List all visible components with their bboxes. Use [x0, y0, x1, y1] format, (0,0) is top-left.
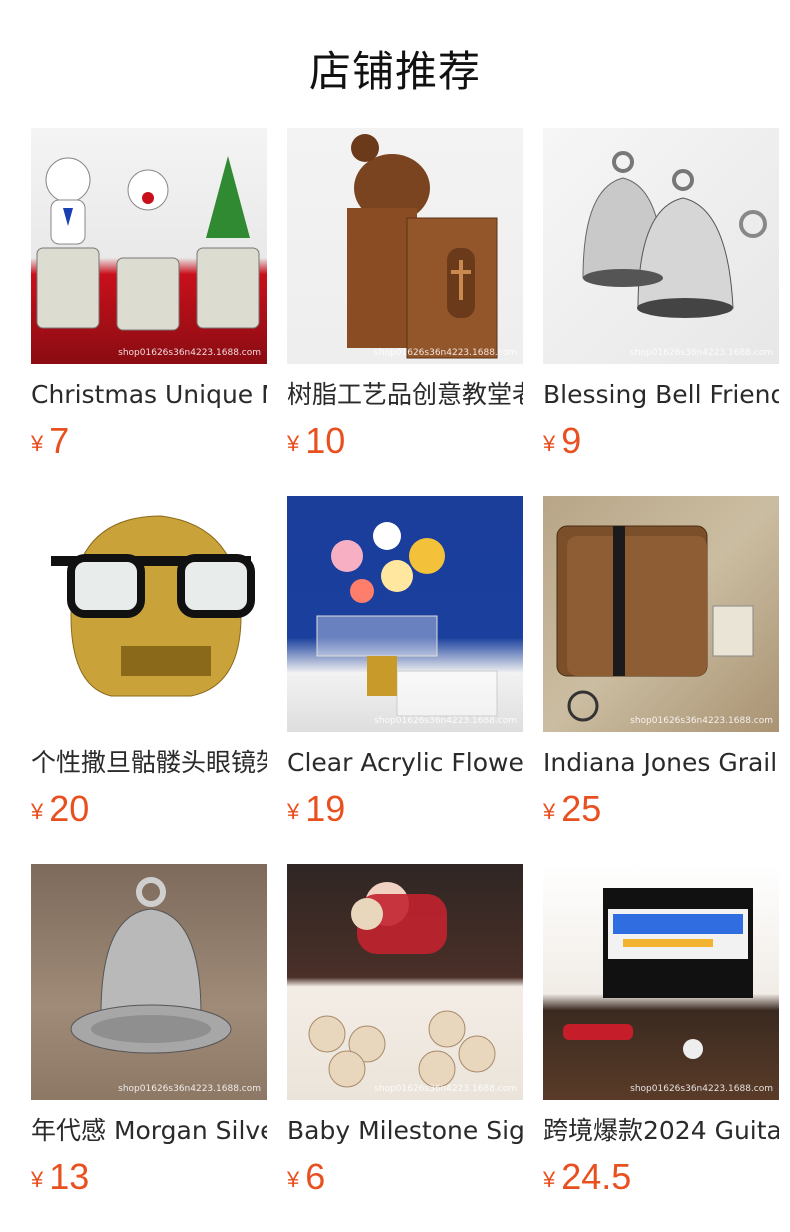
silver-dollar-bell-image	[70, 877, 232, 1054]
product-card[interactable]: shop01626s36n4223.1688.com 年代感 Morgan Si…	[31, 864, 267, 1232]
product-price: ¥9	[543, 420, 779, 462]
guitar-chords-calendar-image	[563, 888, 753, 1059]
product-price: ¥20	[31, 788, 267, 830]
price-amount: 7	[49, 420, 70, 461]
product-price: ¥6	[287, 1156, 523, 1198]
product-image[interactable]: shop01626s36n4223.1688.com	[543, 864, 779, 1100]
page-title: 店铺推荐	[308, 47, 481, 96]
currency-symbol: ¥	[287, 431, 300, 456]
product-card[interactable]: shop01626s36n4223.1688.com 个性撒旦骷髅头眼镜架摆件 …	[31, 496, 267, 864]
product-price: ¥13	[31, 1156, 267, 1198]
grail-diary-journal-image	[556, 525, 754, 722]
currency-symbol: ¥	[543, 1167, 556, 1192]
baby-milestone-cards-image	[308, 882, 496, 1088]
image-watermark: shop01626s36n4223.1688.com	[374, 1084, 517, 1094]
product-name[interactable]: Indiana Jones Grail Diary	[543, 748, 779, 778]
section-header: 店铺推荐	[0, 38, 790, 99]
product-image[interactable]: shop01626s36n4223.1688.com	[543, 496, 779, 732]
image-watermark: shop01626s36n4223.1688.com	[374, 716, 517, 726]
product-card[interactable]: shop01626s36n4223.1688.com Clear Acrylic…	[287, 496, 523, 864]
image-watermark: shop01626s36n4223.1688.com	[118, 348, 261, 358]
product-name[interactable]: 跨境爆款2024 Guitar Chords Calendar	[543, 1116, 779, 1146]
product-card[interactable]: shop01626s36n4223.1688.com Blessing Bell…	[543, 128, 779, 496]
money-cake-ornament-image	[36, 156, 260, 331]
price-amount: 9	[561, 420, 582, 461]
product-image[interactable]: shop01626s36n4223.1688.com	[31, 864, 267, 1100]
product-card[interactable]: shop01626s36n4223.1688.com Baby Mileston…	[287, 864, 523, 1232]
product-price: ¥7	[31, 420, 267, 462]
product-name[interactable]: 年代感 Morgan Silver Dollar Bell	[31, 1116, 267, 1146]
church-mouse-figurine-image	[347, 134, 498, 359]
product-name[interactable]: Blessing Bell Friends Are Angels	[543, 380, 779, 410]
image-watermark: shop01626s36n4223.1688.com	[630, 348, 773, 358]
currency-symbol: ¥	[287, 799, 300, 824]
product-card[interactable]: shop01626s36n4223.1688.com 树脂工艺品创意教堂老鼠摆件…	[287, 128, 523, 496]
product-image[interactable]: shop01626s36n4223.1688.com	[31, 128, 267, 364]
currency-symbol: ¥	[31, 1167, 44, 1192]
price-amount: 24.5	[561, 1156, 632, 1197]
currency-symbol: ¥	[31, 431, 44, 456]
price-amount: 19	[305, 788, 346, 829]
product-grid: shop01626s36n4223.1688.com Christmas Uni…	[31, 128, 779, 1232]
currency-symbol: ¥	[287, 1167, 300, 1192]
image-watermark: shop01626s36n4223.1688.com	[630, 716, 773, 726]
product-card[interactable]: shop01626s36n4223.1688.com 跨境爆款2024 Guit…	[543, 864, 779, 1232]
acrylic-flower-vase-image	[316, 522, 498, 717]
product-name[interactable]: 个性撒旦骷髅头眼镜架摆件	[31, 748, 267, 778]
image-watermark: shop01626s36n4223.1688.com	[118, 1084, 261, 1094]
product-image[interactable]: shop01626s36n4223.1688.com	[543, 128, 779, 364]
image-watermark: shop01626s36n4223.1688.com	[118, 716, 261, 726]
product-name[interactable]: 树脂工艺品创意教堂老鼠摆件	[287, 380, 523, 410]
price-amount: 10	[305, 420, 346, 461]
currency-symbol: ¥	[543, 799, 556, 824]
product-price: ¥24.5	[543, 1156, 779, 1198]
price-amount: 25	[561, 788, 602, 829]
price-amount: 20	[49, 788, 90, 829]
image-watermark: shop01626s36n4223.1688.com	[374, 348, 517, 358]
product-image[interactable]: shop01626s36n4223.1688.com	[287, 128, 523, 364]
product-card[interactable]: shop01626s36n4223.1688.com Christmas Uni…	[31, 128, 267, 496]
product-image[interactable]: shop01626s36n4223.1688.com	[287, 496, 523, 732]
product-image[interactable]: shop01626s36n4223.1688.com	[31, 496, 267, 732]
product-name[interactable]: Baby Milestone Sign Cards	[287, 1116, 523, 1146]
price-amount: 6	[305, 1156, 326, 1197]
product-image[interactable]: shop01626s36n4223.1688.com	[287, 864, 523, 1100]
price-amount: 13	[49, 1156, 90, 1197]
blessing-bells-image	[582, 151, 767, 318]
currency-symbol: ¥	[31, 799, 44, 824]
product-name[interactable]: Christmas Unique Money Holder Cake Ornam…	[31, 380, 267, 410]
skull-glasses-holder-image	[51, 515, 255, 697]
product-card[interactable]: shop01626s36n4223.1688.com Indiana Jones…	[543, 496, 779, 864]
currency-symbol: ¥	[543, 431, 556, 456]
product-price: ¥19	[287, 788, 523, 830]
product-price: ¥10	[287, 420, 523, 462]
product-price: ¥25	[543, 788, 779, 830]
product-name[interactable]: Clear Acrylic Flower Vase	[287, 748, 523, 778]
image-watermark: shop01626s36n4223.1688.com	[630, 1084, 773, 1094]
